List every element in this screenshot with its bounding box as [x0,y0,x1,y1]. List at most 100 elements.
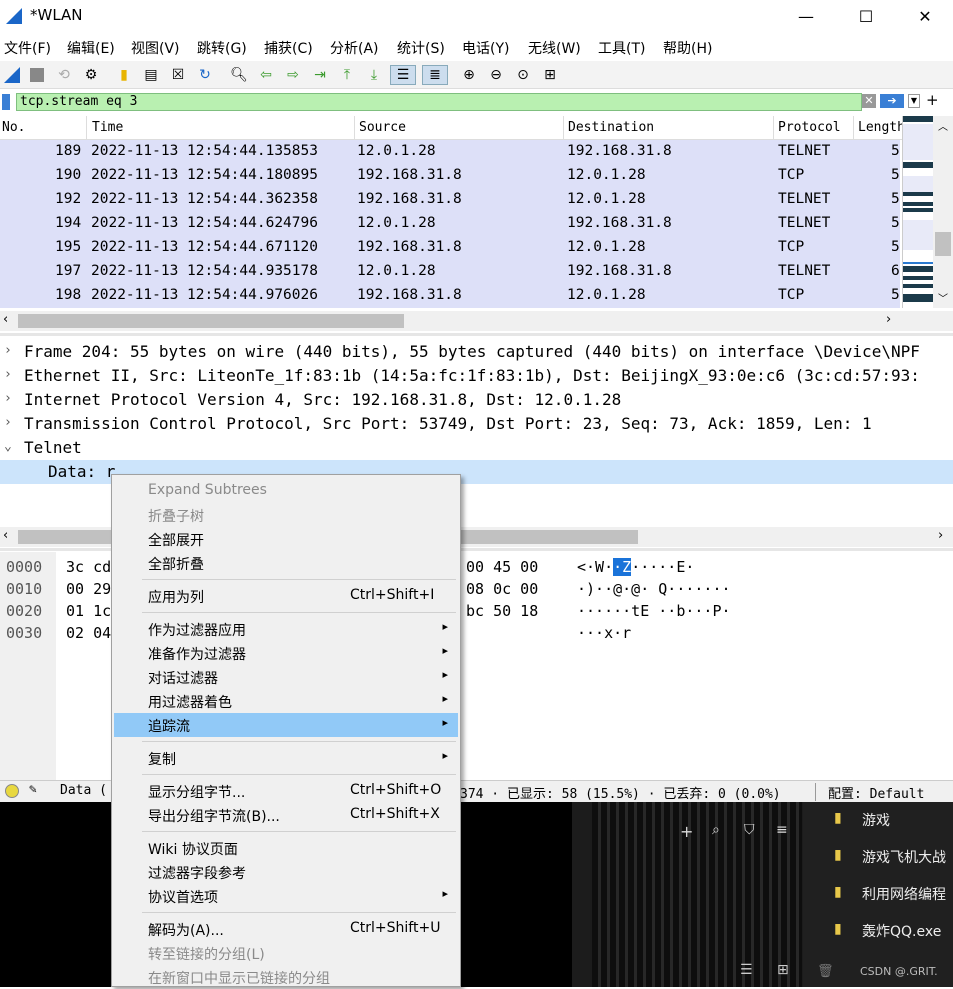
reload-file-icon[interactable]: ↻ [195,65,215,85]
detail-frame[interactable]: › Frame 204: 55 bytes on wire (440 bits)… [0,340,953,364]
ascii-bytes[interactable]: <·W··Z·····E· [577,558,694,576]
context-menu-item[interactable]: 过滤器字段参考 [114,860,458,884]
context-menu-item[interactable]: 作为过滤器应用 ▸ [114,617,458,641]
packet-row[interactable]: 192 2022-11-13 12:54:44.362358 192.168.31.… [0,188,900,212]
bookmark-icon[interactable] [2,94,10,110]
context-menu-item[interactable]: 协议首选项 ▸ [114,884,458,908]
first-packet-icon[interactable]: ⤒ [337,65,357,85]
packet-row[interactable]: 197 2022-11-13 12:54:44.935178 12.0.1.28 19… [0,260,900,284]
col-source[interactable]: Source [359,120,406,135]
resize-columns-icon[interactable]: ⊞ [540,65,560,85]
menu-telephony[interactable]: 电话(Y) [462,38,509,58]
detail-telnet[interactable]: ⌄ Telnet [0,436,953,460]
col-protocol[interactable]: Protocol [778,120,841,135]
colorize-icon[interactable]: ≣ [422,65,448,85]
shirt-icon[interactable]: ⛉ [744,822,755,838]
scroll-down-icon[interactable]: ﹀ [938,290,948,305]
menu-view[interactable]: 视图(V) [131,38,180,58]
packet-row[interactable]: 190 2022-11-13 12:54:44.180895 192.168.31.… [0,164,900,188]
display-filter-input[interactable]: tcp.stream eq 3 [16,93,862,111]
context-menu-item[interactable]: 解码为(A)... Ctrl+Shift+U [114,917,458,941]
context-menu-item[interactable]: 应用为列 Ctrl+Shift+I [114,584,458,608]
context-menu-item[interactable]: Wiki 协议页面 [114,836,458,860]
col-destination[interactable]: Destination [568,120,654,135]
menu-capture[interactable]: 捕获(C) [264,38,313,58]
explorer-item[interactable]: 利用网络编程 [862,884,946,904]
menu-go[interactable]: 跳转(G) [197,38,247,58]
start-capture-icon[interactable] [2,65,22,85]
packet-row[interactable]: 198 2022-11-13 12:54:44.976026 192.168.31.… [0,284,900,308]
hex-bytes[interactable]: bc 50 18 [466,602,538,620]
autoscroll-icon[interactable]: ☰ [390,65,416,85]
expand-arrow-icon[interactable]: › [4,367,12,382]
save-file-icon[interactable]: ▤ [141,65,161,85]
menu-analyze[interactable]: 分析(A) [330,38,379,58]
detail-ethernet[interactable]: › Ethernet II, Src: LiteonTe_1f:83:1b (1… [0,364,953,388]
go-to-packet-icon[interactable]: ⇥ [310,65,330,85]
context-menu-item[interactable]: 对话过滤器 ▸ [114,665,458,689]
scroll-thumb[interactable] [935,232,951,256]
ascii-bytes[interactable]: ······tE ··b···P· [577,602,731,620]
expand-arrow-icon[interactable]: › [4,415,12,430]
clear-filter-icon[interactable]: ✕ [862,94,876,108]
close-button[interactable]: ✕ [902,0,948,32]
go-forward-icon[interactable]: ⇨ [283,65,303,85]
grid-view-icon[interactable]: ⊞ [777,962,789,978]
packet-list-scrollbar[interactable]: ︿ ﹀ [933,116,953,308]
normal-size-icon[interactable]: ⊙ [513,65,533,85]
context-menu-item[interactable]: 全部展开 [114,527,458,551]
find-packet-icon[interactable]: 🔍︎ [229,65,249,85]
last-packet-icon[interactable]: ⤓ [364,65,384,85]
open-file-icon[interactable]: ▮ [114,65,134,85]
scroll-left-icon[interactable]: ‹ [3,528,8,543]
expand-arrow-icon[interactable]: › [4,343,12,358]
apply-filter-icon[interactable]: ➔ [880,94,904,108]
hex-bytes[interactable]: 08 0c 00 [466,580,538,598]
collapse-arrow-icon[interactable]: ⌄ [4,439,12,454]
hex-bytes[interactable]: 02 04 [66,624,111,642]
expand-arrow-icon[interactable]: › [4,391,12,406]
trash-icon[interactable]: 🗑︎ [817,964,834,979]
maximize-button[interactable]: ☐ [843,0,889,32]
packet-row[interactable]: 189 2022-11-13 12:54:44.135853 12.0.1.28 19… [0,140,900,164]
zoom-in-icon[interactable]: ⊕ [459,65,479,85]
menu-icon[interactable]: ≡ [776,822,788,838]
menu-statistics[interactable]: 统计(S) [397,38,445,58]
minimize-button[interactable]: — [783,0,829,32]
close-file-icon[interactable]: ☒ [168,65,188,85]
status-profile[interactable]: 配置: Default [828,783,924,802]
stop-capture-icon[interactable] [27,65,47,85]
context-menu-item[interactable]: 复制 ▸ [114,746,458,770]
menu-help[interactable]: 帮助(H) [663,38,712,58]
context-menu-item[interactable]: 导出分组字节流(B)... Ctrl+Shift+X [114,803,458,827]
capture-options-icon[interactable]: ⚙ [81,65,101,85]
explorer-item[interactable]: 游戏 [862,810,890,830]
packet-row[interactable]: 194 2022-11-13 12:54:44.624796 12.0.1.28 19… [0,212,900,236]
ascii-bytes[interactable]: ···x·r [577,624,631,642]
context-menu-item[interactable]: 显示分组字节... Ctrl+Shift+O [114,779,458,803]
detail-ip[interactable]: › Internet Protocol Version 4, Src: 192.… [0,388,953,412]
col-no[interactable]: No. [2,120,25,135]
comment-icon[interactable]: ✎ [29,782,37,797]
menu-file[interactable]: 文件(F) [4,38,51,58]
packet-list-hscrollbar[interactable]: ‹ › [0,311,953,331]
context-menu-item[interactable]: 追踪流 ▸ [114,713,458,737]
menu-wireless[interactable]: 无线(W) [528,38,581,58]
ascii-bytes[interactable]: ·)··@·@· Q······· [577,580,731,598]
hex-bytes[interactable]: 01 1c [66,602,111,620]
context-menu-item[interactable]: 用过滤器着色 ▸ [114,689,458,713]
ascii-selected-bytes[interactable]: ·Z [613,558,632,576]
add-filter-button[interactable]: + [926,91,939,109]
go-back-icon[interactable]: ⇦ [256,65,276,85]
filter-dropdown-icon[interactable]: ▼ [908,94,920,108]
restart-capture-icon[interactable]: ⟲ [54,65,74,85]
hex-bytes[interactable]: 3c cd [66,558,111,576]
explorer-item[interactable]: 轰炸QQ.exe [862,921,941,941]
menu-edit[interactable]: 编辑(E) [67,38,115,58]
expert-info-icon[interactable] [5,784,19,798]
add-icon[interactable]: + [680,822,693,841]
context-menu-item[interactable]: 全部折叠 [114,551,458,575]
zoom-out-icon[interactable]: ⊖ [486,65,506,85]
packet-minimap[interactable] [902,116,933,308]
hex-bytes[interactable]: 00 45 00 [466,558,538,576]
